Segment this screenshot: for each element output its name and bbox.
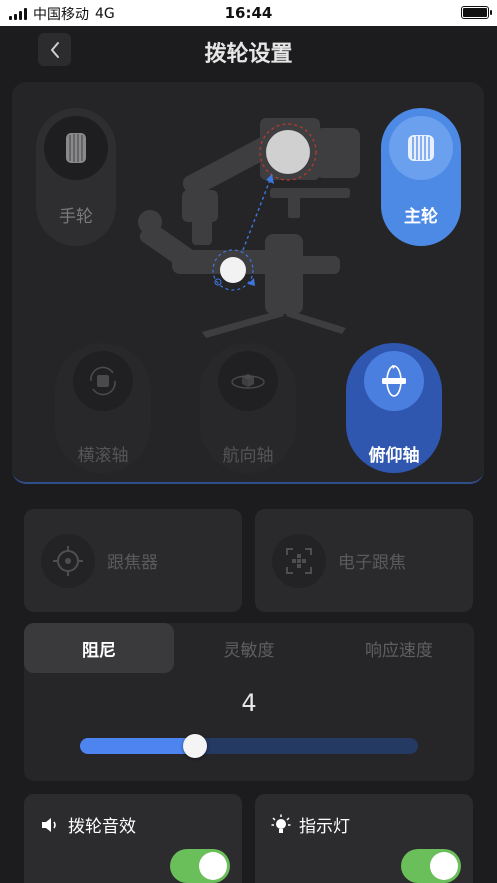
indicator-light-toggle[interactable] — [401, 849, 461, 883]
hand-wheel-button[interactable]: 手轮 — [36, 108, 116, 246]
pan-axis-button[interactable]: 航向轴 — [200, 343, 296, 473]
parameter-value: 4 — [241, 689, 257, 717]
parameter-tabs: 阻尼 灵敏度 响应速度 — [24, 623, 474, 673]
clock: 16:44 — [224, 4, 273, 22]
speaker-icon — [42, 817, 56, 832]
electronic-focus-card[interactable]: 电子跟焦 — [255, 509, 473, 612]
tilt-axis-icon — [382, 365, 406, 397]
indicator-light-card: 指示灯 — [255, 794, 473, 883]
battery-icon — [461, 6, 492, 19]
wheel-sound-label: 拨轮音效 — [68, 817, 136, 837]
tilt-axis-button[interactable]: 俯仰轴 — [346, 343, 442, 473]
indicator-light-label: 指示灯 — [299, 817, 350, 837]
follow-focus-label: 跟焦器 — [107, 553, 158, 573]
pan-axis-icon-wrap — [218, 351, 278, 411]
slider-thumb[interactable] — [182, 734, 207, 758]
electronic-focus-label: 电子跟焦 — [338, 553, 406, 573]
tilt-axis-label: 俯仰轴 — [368, 446, 420, 466]
pan-axis-icon — [231, 374, 265, 389]
lightbulb-icon — [271, 814, 291, 833]
page-title: 拨轮设置 — [204, 42, 293, 67]
tab-response-speed[interactable]: 响应速度 — [324, 623, 474, 673]
tilt-axis-icon-wrap — [364, 351, 424, 411]
main-wheel-label: 主轮 — [404, 207, 438, 227]
follow-focus-card[interactable]: 跟焦器 — [24, 509, 242, 612]
follow-focus-icon-wrap — [41, 533, 95, 588]
wheel-sound-toggle[interactable] — [170, 849, 230, 883]
pan-axis-label: 航向轴 — [222, 446, 274, 466]
parameter-slider[interactable] — [80, 734, 418, 758]
wheel-icon-main — [389, 116, 453, 180]
tab-damping[interactable]: 阻尼 — [24, 623, 174, 673]
main-wheel-button[interactable]: 主轮 — [381, 108, 461, 246]
wheel-sound-card: 拨轮音效 — [24, 794, 242, 883]
slider-fill — [80, 738, 195, 754]
roll-axis-label: 横滚轴 — [77, 446, 129, 466]
roll-axis-icon-wrap — [73, 351, 133, 411]
thumbwheel-icon — [408, 135, 434, 161]
thumbwheel-icon — [66, 133, 86, 163]
focus-frame-icon — [286, 547, 312, 574]
wheel-icon-hand — [44, 116, 108, 180]
status-bar: 中国移动 4G 16:44 — [0, 0, 497, 26]
roll-axis-button[interactable]: 横滚轴 — [55, 343, 151, 473]
crosshair-icon — [53, 545, 83, 576]
electronic-focus-icon-wrap — [272, 533, 326, 588]
gimbal-illustration — [138, 118, 360, 338]
parameter-card: 阻尼 灵敏度 响应速度 4 — [24, 623, 474, 781]
hand-wheel-label: 手轮 — [59, 207, 93, 227]
roll-axis-icon — [90, 366, 116, 396]
tab-sensitivity[interactable]: 灵敏度 — [174, 623, 324, 673]
